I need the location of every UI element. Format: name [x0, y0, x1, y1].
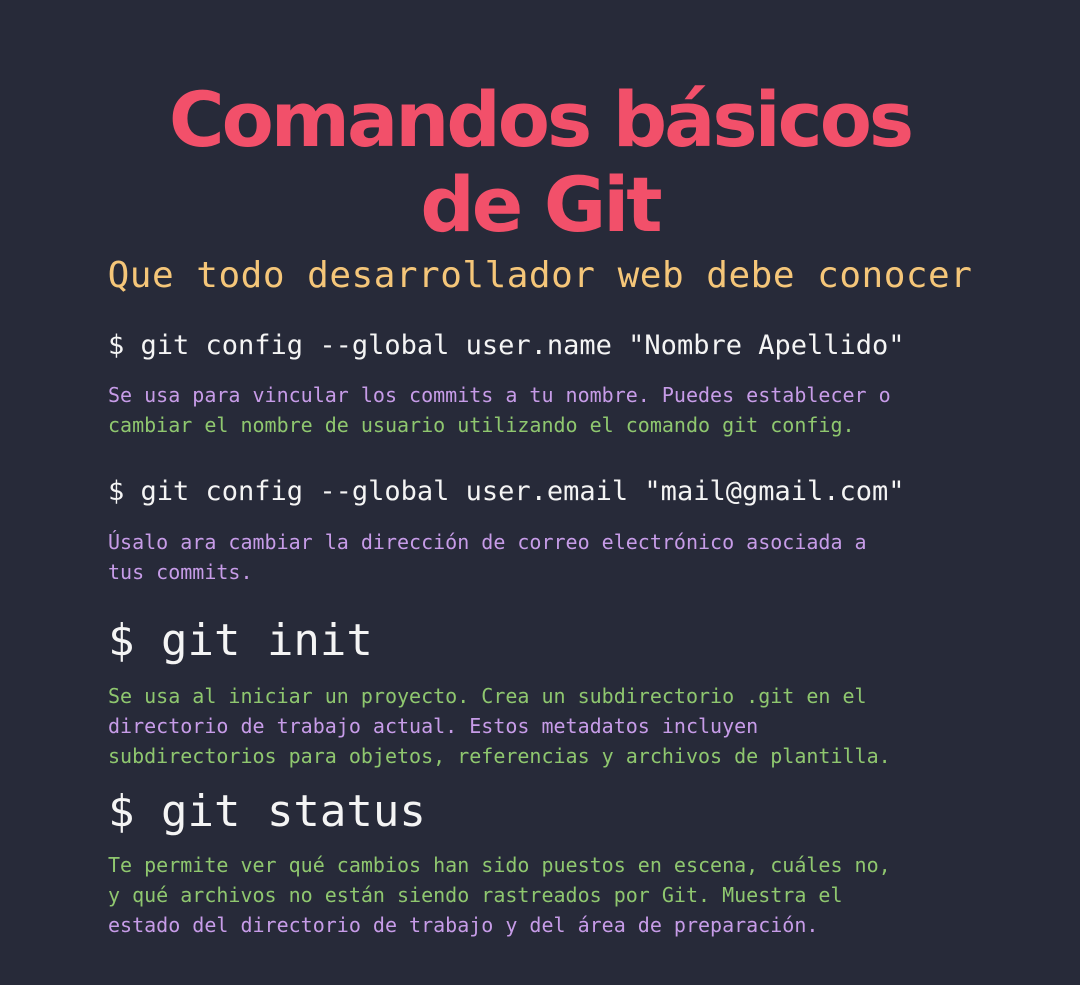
command-git-init: $ git init [108, 615, 373, 666]
description-line: y qué archivos no están siendo rastreado… [108, 883, 843, 907]
page-title-line-2: de Git [420, 160, 662, 249]
description-line: Se usa para vincular los commits a tu no… [108, 383, 891, 407]
description-line: estado del directorio de trabajo y del á… [108, 913, 819, 937]
description-line: subdirectorios para objetos, referencias… [108, 744, 891, 768]
page-title-line-1: Comandos básicos [168, 75, 914, 164]
description-line: directorio de trabajo actual. Estos meta… [108, 714, 759, 738]
description-git-status: Te permite ver qué cambios han sido pues… [108, 850, 988, 940]
command-git-config-name: $ git config --global user.name "Nombre … [108, 330, 905, 361]
command-git-config-email: $ git config --global user.email "mail@g… [108, 476, 905, 507]
description-line: Se usa al iniciar un proyecto. Crea un s… [108, 684, 867, 708]
description-line: Te permite ver qué cambios han sido pues… [108, 853, 891, 877]
command-git-status: $ git status [108, 786, 426, 837]
description-git-config-email: Úsalo ara cambiar la dirección de correo… [108, 527, 988, 587]
description-line: cambiar el nombre de usuario utilizando … [108, 413, 855, 437]
page-subtitle: Que todo desarrollador web debe conocer [107, 255, 973, 296]
description-line: Úsalo ara cambiar la dirección de correo… [108, 530, 867, 554]
description-git-init: Se usa al iniciar un proyecto. Crea un s… [108, 681, 988, 771]
description-line: tus commits. [108, 560, 253, 584]
description-git-config-name: Se usa para vincular los commits a tu no… [108, 380, 988, 440]
